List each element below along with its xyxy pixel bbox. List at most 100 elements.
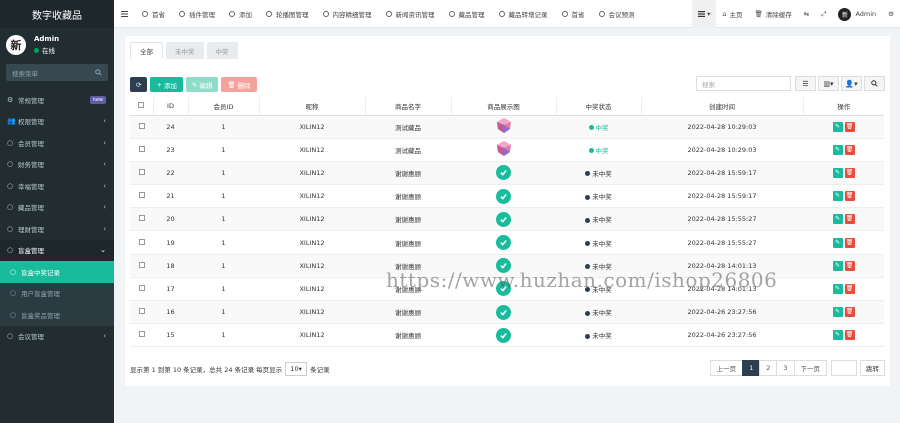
row-delete-button[interactable]: 🗑 (844, 283, 855, 294)
sidebar-item-3[interactable]: ○ 财务管理 ‹ (0, 154, 114, 176)
page-jump-input[interactable] (831, 360, 857, 376)
check-circle-icon[interactable] (496, 188, 511, 204)
sidebar-subitem-0[interactable]: ○ 盲盒中奖记录 (0, 261, 114, 283)
row-delete-button[interactable]: 🗑 (844, 330, 855, 341)
menu-toggle-button[interactable] (114, 0, 135, 28)
product-image-cell[interactable] (451, 323, 556, 348)
nav-tab-2[interactable]: 添加 (222, 0, 259, 28)
product-image-cell[interactable] (451, 277, 556, 302)
clear-cache-button[interactable]: 🗑 清除缓存 (749, 0, 798, 28)
nav-more-button[interactable]: ▾ (692, 0, 717, 28)
delete-button[interactable]: 🗑 删除 (221, 77, 257, 92)
gem-image-icon[interactable] (496, 118, 511, 135)
row-checkbox[interactable] (138, 331, 145, 338)
row-checkbox-cell[interactable] (130, 138, 153, 162)
column-header-0[interactable] (130, 97, 154, 116)
check-circle-icon[interactable] (496, 327, 511, 343)
home-link[interactable]: ⌂ 主页 (716, 0, 748, 28)
gem-image-icon[interactable] (496, 141, 511, 158)
nav-tab-4[interactable]: 内容精细管理 (316, 0, 379, 28)
sidebar-item-last[interactable]: ○ 会议管理 ‹ (0, 326, 114, 348)
product-image-cell[interactable] (451, 207, 556, 232)
nav-tab-1[interactable]: 插件管理 (172, 0, 222, 28)
nav-tab-0[interactable]: 首省 (135, 0, 172, 28)
refresh-button[interactable]: ⟳ (130, 77, 148, 92)
multiplex-icon[interactable]: ⇆ (798, 0, 815, 28)
check-circle-icon[interactable] (496, 304, 511, 320)
toggle-view-button[interactable]: ☰ (795, 76, 816, 91)
product-image-cell[interactable] (451, 300, 556, 325)
row-delete-button[interactable]: 🗑 (844, 167, 855, 178)
add-button[interactable]: + 添加 (150, 77, 183, 92)
filter-tab-1[interactable]: 未中奖 (166, 42, 204, 59)
columns-button[interactable]: ▥▾ (818, 76, 839, 91)
nav-tab-6[interactable]: 藏品管理 (442, 0, 492, 28)
product-image-cell[interactable] (451, 138, 556, 162)
sidebar-item-5[interactable]: ○ 藏品管理 ‹ (0, 197, 114, 219)
filter-tab-0[interactable]: 全部 (130, 42, 163, 59)
nav-tab-5[interactable]: 新闻资讯管理 (379, 0, 442, 28)
check-circle-icon[interactable] (496, 281, 511, 297)
row-edit-button[interactable]: ✎ (832, 330, 843, 341)
prev-page-button[interactable]: 上一页 (709, 360, 744, 376)
check-circle-icon[interactable] (496, 211, 511, 227)
row-edit-button[interactable]: ✎ (832, 191, 843, 202)
page-size-select[interactable]: 10 ▾ (285, 362, 308, 376)
nav-tab-3[interactable]: 轮播图管理 (259, 0, 316, 28)
row-edit-button[interactable]: ✎ (832, 144, 843, 155)
row-delete-button[interactable]: 🗑 (844, 214, 855, 225)
row-checkbox[interactable] (138, 215, 145, 222)
page-jump-button[interactable]: 跳转 (860, 360, 885, 376)
row-checkbox-cell[interactable] (130, 184, 153, 209)
check-circle-icon[interactable] (496, 165, 511, 181)
row-delete-button[interactable]: 🗑 (844, 191, 855, 202)
nav-tab-7[interactable]: 藏品转增记录 (492, 0, 555, 28)
row-edit-button[interactable]: ✎ (832, 237, 843, 248)
sidebar-subitem-1[interactable]: ○ 用户盲盒管理 (0, 282, 114, 304)
sidebar-item-6[interactable]: ○ 理财管理 ‹ (0, 218, 114, 240)
row-edit-button[interactable]: ✎ (832, 167, 843, 178)
sidebar-item-2[interactable]: ○ 会员管理 ‹ (0, 132, 114, 154)
row-delete-button[interactable]: 🗑 (844, 307, 855, 318)
product-image-cell[interactable] (451, 230, 556, 255)
page-button-2[interactable]: 2 (759, 360, 778, 376)
row-edit-button[interactable]: ✎ (832, 121, 843, 132)
row-checkbox[interactable] (138, 308, 145, 315)
brand-title[interactable]: 数字收藏品 (0, 0, 114, 28)
sidebar-item-7[interactable]: ○ 盲盒管理 ⌄ (0, 239, 114, 261)
next-page-button[interactable]: 下一页 (793, 360, 827, 376)
row-checkbox-cell[interactable] (130, 323, 153, 348)
user-menu[interactable]: 新 Admin (832, 0, 882, 28)
row-checkbox[interactable] (138, 122, 145, 129)
export-button[interactable]: 👤▾ (841, 76, 862, 91)
product-image-cell[interactable] (451, 184, 556, 209)
filter-tab-2[interactable]: 中奖 (206, 42, 238, 59)
page-button-3[interactable]: 3 (776, 360, 795, 376)
sidebar-item-1[interactable]: 👥 权限管理 ‹ (0, 111, 114, 133)
sidebar-item-4[interactable]: ○ 幸福管理 ‹ (0, 175, 114, 197)
row-checkbox-cell[interactable] (130, 277, 153, 302)
row-checkbox[interactable] (138, 168, 145, 175)
product-image-cell[interactable] (451, 254, 556, 278)
sidebar-item-0[interactable]: ⚙ 常规管理 new (0, 89, 114, 111)
row-checkbox-cell[interactable] (130, 230, 153, 255)
check-circle-icon[interactable] (496, 235, 511, 251)
row-checkbox[interactable] (138, 261, 145, 268)
table-search-input[interactable]: 搜索 (696, 76, 791, 91)
sidebar-subitem-2[interactable]: ○ 盲盒奖品管理 (0, 304, 114, 326)
product-image-cell[interactable] (451, 161, 556, 186)
row-checkbox-cell[interactable] (130, 115, 153, 139)
check-circle-icon[interactable] (496, 258, 511, 274)
row-delete-button[interactable]: 🗑 (844, 144, 855, 155)
row-delete-button[interactable]: 🗑 (844, 121, 855, 132)
sidebar-search-input[interactable]: 搜索菜单 (6, 64, 108, 81)
row-checkbox-cell[interactable] (130, 207, 153, 232)
edit-button[interactable]: ✎ 编辑 (185, 77, 219, 92)
nav-tab-8[interactable]: 首省 (555, 0, 592, 28)
row-edit-button[interactable]: ✎ (832, 283, 843, 294)
row-checkbox[interactable] (138, 192, 145, 199)
row-edit-button[interactable]: ✎ (832, 260, 843, 271)
gear-icon[interactable]: ⚙ (882, 0, 900, 28)
row-checkbox-cell[interactable] (130, 300, 153, 325)
row-delete-button[interactable]: 🗑 (844, 237, 855, 248)
